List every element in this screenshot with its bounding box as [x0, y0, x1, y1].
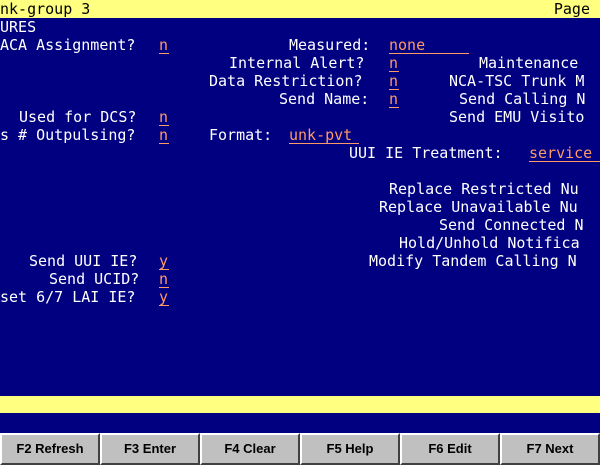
send-uui-ie-field[interactable]: y — [159, 252, 169, 270]
replace-restricted-label: Replace Restricted Nu — [389, 180, 579, 198]
aca-assignment-field[interactable]: n — [159, 36, 169, 54]
send-calling-label: Send Calling N — [459, 90, 586, 108]
modify-tandem-label: Modify Tandem Calling N — [369, 252, 577, 270]
function-key-bar: F2 Refresh F3 Enter F4 Clear F5 Help F6 … — [0, 433, 600, 465]
measured-field[interactable]: none — [389, 36, 469, 54]
lai-ie-field[interactable]: y — [159, 288, 169, 306]
f6-edit-button[interactable]: F6 Edit — [400, 433, 500, 465]
internal-alert-label: Internal Alert? — [229, 54, 365, 72]
hold-unhold-label: Hold/Unhold Notifica — [399, 234, 580, 252]
f5-help-button[interactable]: F5 Help — [300, 433, 400, 465]
message-bar — [0, 396, 600, 413]
f7-next-button[interactable]: F7 Next — [500, 433, 600, 465]
send-ucid-field[interactable]: n — [159, 270, 169, 288]
form-title: nk-group 3 — [0, 0, 91, 18]
internal-alert-field[interactable]: n — [389, 54, 399, 72]
replace-unavailable-label: Replace Unavailable Nu — [379, 198, 578, 216]
measured-label: Measured: — [289, 36, 371, 54]
format-field[interactable]: unk-pvt — [289, 126, 359, 144]
page-indicator: Page — [553, 0, 590, 18]
send-uui-ie-label: Send UUI IE? — [29, 252, 138, 270]
lai-ie-label: set 6/7 LAI IE? — [0, 288, 136, 306]
nca-tsc-label: NCA-TSC Trunk M — [449, 72, 585, 90]
send-connected-label: Send Connected N — [439, 216, 584, 234]
send-emu-label: Send EMU Visito — [449, 108, 585, 126]
section-heading: URES — [0, 18, 37, 36]
f3-enter-button[interactable]: F3 Enter — [100, 433, 200, 465]
f4-clear-button[interactable]: F4 Clear — [200, 433, 300, 465]
title-bar: nk-group 3 Page — [0, 0, 600, 18]
send-ucid-label: Send UCID? — [49, 270, 140, 288]
data-restriction-field[interactable]: n — [389, 72, 399, 90]
format-label: Format: — [209, 126, 273, 144]
outpulsing-label: s # Outpulsing? — [0, 126, 136, 144]
maintenance-label: Maintenance — [479, 54, 579, 72]
outpulsing-field[interactable]: n — [159, 126, 169, 144]
f2-refresh-button[interactable]: F2 Refresh — [0, 433, 100, 465]
used-for-dcs-label: Used for DCS? — [19, 108, 137, 126]
uui-ie-treatment-label: UUI IE Treatment: — [349, 144, 503, 162]
used-for-dcs-field[interactable]: n — [159, 108, 169, 126]
uui-ie-treatment-field[interactable]: service — [529, 144, 600, 162]
send-name-field[interactable]: n — [389, 90, 399, 108]
send-name-label: Send Name: — [279, 90, 370, 108]
form-screen: URES ACA Assignment? n Measured: none In… — [0, 18, 600, 396]
aca-assignment-label: ACA Assignment? — [0, 36, 136, 54]
data-restriction-label: Data Restriction? — [209, 72, 363, 90]
